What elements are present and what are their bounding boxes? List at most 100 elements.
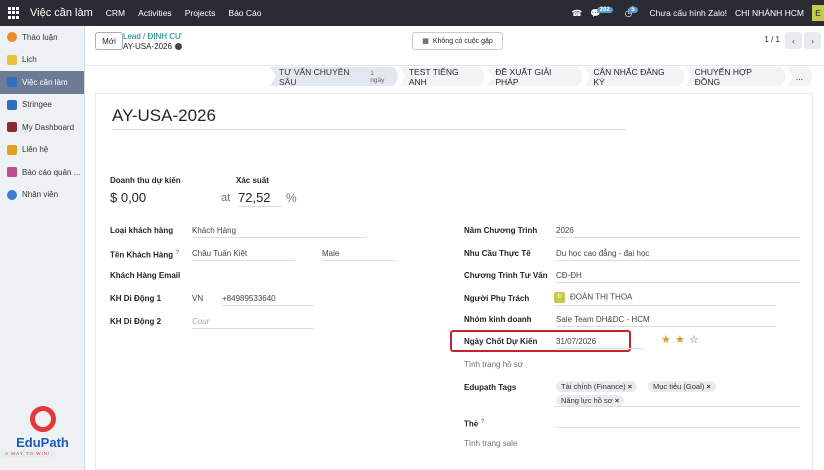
dashboard-icon [7,122,17,133]
breadcrumb: Lead / ĐỊNH CƯ AY-USA-2026 [123,32,182,51]
owner-name: ĐOÀN THỊ THOA [570,292,633,302]
sidebar-item-calendar[interactable]: Lịch [0,49,84,72]
zalo-status[interactable]: Chưa cấu hình Zalo! [650,8,728,18]
tag-chip[interactable]: Tài chính (Finance) × [556,381,638,392]
logo-name: EduPath [16,435,69,450]
mobile1-country-select[interactable]: VN [192,294,214,306]
revenue-input[interactable]: $ 0,00 [110,190,210,207]
stage-tu-van-chuyen-sau[interactable]: TƯ VẤN CHUYÊN SÂU 1 ngày [270,67,400,86]
sidebar-item-label: Thảo luận [22,32,58,42]
control-panel: Mới Lead / ĐỊNH CƯ AY-USA-2026 ▦ Không có… [85,26,824,66]
probability-input[interactable]: 72,52 [238,190,282,207]
close-date-input[interactable]: 31/07/2026 [556,337,644,349]
team-label: Nhóm kinh doanh [464,315,532,324]
close-icon[interactable]: × [628,382,632,391]
app-name[interactable]: Việc cần làm [30,7,93,19]
revenue-label: Doanh thu dự kiến [110,176,181,185]
sidebar-item-dashboard[interactable]: My Dashboard [0,116,84,139]
close-icon[interactable]: × [706,382,710,391]
sidebar-item-employees[interactable]: Nhân viên [0,184,84,207]
probability-label: Xác suất [236,176,269,185]
stage-test-tieng-anh[interactable]: TEST TIẾNG ANH [400,67,487,86]
tag-chip[interactable]: Năng lực hồ sơ × [556,395,625,406]
stage-label: ... [795,71,803,82]
mobile1-label: KH Di Động 1 [110,294,162,303]
mobile2-label: KH Di Động 2 [110,317,162,326]
stage-chuyen-hop-dong[interactable]: CHUYẾN HỢP ĐỒNG [686,67,787,86]
program-year-field[interactable]: 2026 [556,226,800,238]
gender-select[interactable]: Male [322,249,396,261]
activity-icon[interactable]: ◷5 [625,6,642,19]
gear-icon[interactable] [174,43,182,51]
mobile1-input[interactable]: +84989533640 [222,294,314,306]
mobile2-input[interactable]: Cour [192,317,314,329]
help-icon[interactable]: ? [480,418,484,425]
stage-label: ĐỀ XUẤT GIẢI PHÁP [495,66,552,87]
sidebar-item-stringee[interactable]: Stringee [0,94,84,117]
sidebar: Thảo luận Lịch Việc cần làm Stringee My … [0,26,85,470]
edupath-tags-label: Edupath Tags [464,383,517,392]
discuss-icon [7,32,17,43]
profile-status-label: Tình trạng hồ sơ [464,360,524,369]
sidebar-item-discuss[interactable]: Thảo luận [0,26,84,49]
stage-label: CHUYẾN HỢP ĐỒNG [694,66,752,87]
star-filled-icon[interactable]: ★ [675,333,685,346]
customer-type-field[interactable]: Khách Hàng [192,226,366,238]
program-field[interactable]: CĐ-ĐH [556,271,800,283]
sidebar-item-label: Việc cần làm [22,77,68,87]
the-field[interactable] [556,416,800,428]
menu-crm[interactable]: CRM [106,8,125,18]
owner-field[interactable]: Đ ĐOÀN THỊ THOA [554,292,776,306]
stage-label: TƯ VẤN CHUYÊN SÂU [279,66,350,87]
sidebar-item-todo[interactable]: Việc cần làm [0,71,84,94]
need-label: Nhu Cầu Thực Tế [464,249,531,258]
team-field[interactable]: Sale Team DH&DC - HCM [556,315,776,327]
menu-reports[interactable]: Báo Cáo [228,8,261,18]
close-date-label: Ngày Chốt Dự Kiến [464,337,538,346]
menu-activities[interactable]: Activities [138,8,172,18]
customer-name-label-text: Tên Khách Hàng [110,250,174,260]
customer-name-input[interactable]: Châu Tuấn Kiệt [192,249,295,261]
menu-projects[interactable]: Projects [185,8,216,18]
report-icon [7,167,17,178]
phone-icon[interactable]: ☎ [572,8,583,19]
stringee-icon [7,99,17,110]
pager-value[interactable]: 1 / 1 [764,35,780,44]
lead-title-input[interactable]: AY-USA-2026 [112,106,627,130]
need-field[interactable]: Du học cao đẳng - đại học [556,249,800,261]
app-menu-icon[interactable] [8,7,20,19]
chevron-left-icon[interactable]: ‹ [785,32,802,49]
the-label: Thẻ ? [464,418,485,429]
logo-tagline: A WAY TO WIN! [0,450,56,457]
stage-label: CÂN NHẮC ĐĂNG KÝ [593,66,665,87]
stage-more[interactable]: ... [787,67,814,86]
sale-status-label: Tình trạng sale [464,439,518,448]
close-icon[interactable]: × [615,396,619,405]
breadcrumb-stage[interactable]: ĐỊNH CƯ [148,32,182,41]
sidebar-item-label: Báo cáo quản ... [22,167,81,177]
help-icon[interactable]: ? [175,249,179,256]
stage-label: TEST TIẾNG ANH [408,66,459,87]
star-filled-icon[interactable]: ★ [661,333,671,346]
sidebar-item-contacts[interactable]: Liên hệ [0,139,84,162]
program-year-label: Năm Chương Trình [464,226,538,235]
stage-can-nhac-dang-ky[interactable]: CÂN NHẮC ĐĂNG KÝ [584,67,685,86]
stage-de-xuat-giai-phap[interactable]: ĐỀ XUẤT GIẢI PHÁP [486,67,584,86]
contacts-icon [7,144,17,155]
at-label: at [221,192,231,204]
sidebar-item-report[interactable]: Báo cáo quản ... [0,161,84,184]
employees-icon [7,189,17,200]
meeting-button[interactable]: ▦ Không có cuộc gặp [412,32,503,50]
chevron-right-icon[interactable]: › [804,32,821,49]
breadcrumb-lead[interactable]: Lead [123,32,141,41]
new-button[interactable]: Mới [95,32,123,50]
edupath-logo: EduPath A WAY TO WIN! [0,406,85,457]
tag-chip[interactable]: Mục tiêu (Goal) × [648,381,716,392]
user-avatar[interactable]: E [812,5,824,21]
star-empty-icon[interactable]: ☆ [689,333,699,346]
breadcrumb-current: AY-USA-2026 [123,42,172,51]
logo-mark-icon [29,406,56,432]
chat-icon[interactable]: 💬202 [590,6,617,19]
company-switcher[interactable]: CHI NHÁNH HCM [735,8,804,18]
sidebar-item-label: Stringee [22,100,52,110]
